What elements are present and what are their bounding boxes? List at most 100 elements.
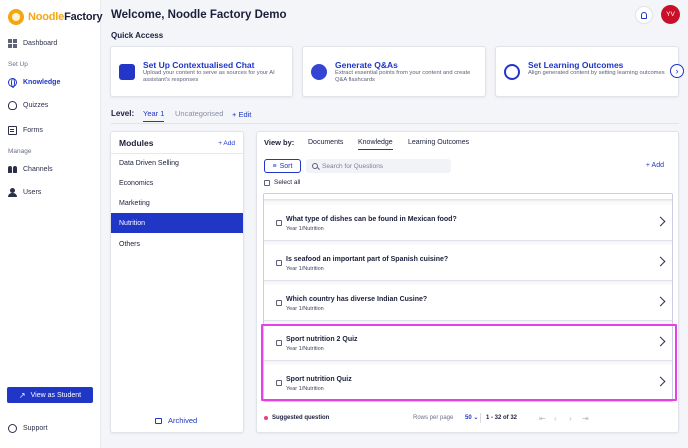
row-checkbox[interactable] [276,260,282,266]
question-text: What type of dishes can be found in Mexi… [286,216,457,223]
sidebar-item-label: Users [23,189,42,196]
view-as-student-button[interactable]: ↗ View as Student [7,387,93,403]
question-tag: Year 1/Nutrition [286,226,324,232]
next-page-icon[interactable]: › [569,414,572,423]
chevron-right-icon[interactable] [657,216,665,228]
chevron-right-icon[interactable]: › [670,64,684,78]
list-item[interactable]: Sport nutrition 2 Quiz Year 1/Nutrition [264,325,672,361]
card-title: Set Learning Outcomes [528,60,624,70]
archived-button[interactable]: Archived [155,416,197,425]
help-icon [8,424,17,433]
sidebar-item-label: Quizzes [23,102,49,109]
sidebar-item-label: Support [23,425,48,432]
brand-name-part2: Factory [64,11,103,23]
archive-icon [155,417,162,424]
add-module-button[interactable]: + Add [218,140,235,147]
section-setup-label: Set Up [8,61,28,68]
level-label: Level: [111,109,135,118]
question-text: Which country has diverse Indian Cusine? [286,296,428,303]
tab-knowledge[interactable]: Knowledge [358,139,393,150]
sidebar-item-dashboard[interactable]: Dashboard [8,39,57,48]
sidebar-item-label: Dashboard [23,40,58,47]
sidebar-item-channels[interactable]: Channels [8,165,53,174]
tab-documents[interactable]: Documents [308,139,343,146]
rows-per-page-select[interactable]: 50 ⌄ [465,414,478,421]
card-description: Upload your content to serve as sources … [143,70,275,83]
card-title: Set Up Contextualised Chat [143,60,255,70]
notifications-button[interactable] [635,6,653,24]
tab-learning-outcomes[interactable]: Learning Outcomes [408,139,469,146]
chevron-right-icon[interactable] [657,256,665,268]
sort-button[interactable]: ≡ Sort [264,159,301,173]
row-checkbox[interactable] [276,340,282,346]
questions-panel: View by: Documents Knowledge Learning Ou… [256,131,679,433]
question-tag: Year 1/Nutrition [286,266,324,272]
pagination-range: 1 - 32 of 32 [486,415,518,421]
card-description: Extract essential points from your conte… [335,70,471,83]
sidebar-item-support[interactable]: Support [8,424,48,433]
chevron-right-icon[interactable] [657,376,665,388]
quick-access-card-chat[interactable]: Set Up Contextualised Chat Upload your c… [110,46,293,97]
avatar[interactable]: YV [661,5,680,24]
first-page-icon[interactable]: ⇤ [539,414,546,423]
level-tab-year1[interactable]: Year 1 [143,109,165,122]
prev-page-icon[interactable]: ‹ [554,414,557,423]
question-tag: Year 1/Nutrition [286,306,324,312]
search-input[interactable] [322,162,447,170]
generate-qa-icon [311,64,327,80]
sidebar-item-quizzes[interactable]: Quizzes [8,101,48,110]
row-checkbox[interactable] [276,220,282,226]
chat-setup-icon [119,64,135,80]
search-icon [312,163,318,169]
edit-levels-link[interactable]: + Edit [232,110,251,119]
add-question-button[interactable]: + Add [646,162,664,169]
quick-access-title: Quick Access [111,31,164,40]
list-item[interactable]: What type of dishes can be found in Mexi… [264,205,672,241]
module-item[interactable]: Marketing [111,193,243,213]
select-all-label: Select all [274,179,301,186]
chevron-right-icon[interactable] [657,336,665,348]
row-checkbox[interactable] [276,380,282,386]
list-item-partial [264,194,672,200]
people-icon [8,165,17,174]
external-link-icon: ↗ [18,390,26,400]
last-page-icon[interactable]: ⇥ [582,414,589,423]
view-as-student-label: View as Student [30,391,82,399]
archived-label: Archived [168,416,198,425]
chevron-down-icon: ⌄ [473,415,479,421]
module-item[interactable]: Data Driven Selling [111,153,243,173]
card-title: Generate Q&As [335,60,398,70]
list-item[interactable]: Sport nutrition Quiz Year 1/Nutrition [264,365,672,401]
sort-icon: ≡ [272,162,277,170]
question-text: Is seafood an important part of Spanish … [286,256,449,263]
brand-name-part1: Noodle [28,11,65,23]
logo-icon [8,9,24,25]
sidebar-item-knowledge[interactable]: Knowledge [8,78,60,88]
logo[interactable]: NoodleFactory [8,9,103,25]
chevron-right-icon[interactable] [657,296,665,308]
select-all[interactable]: Select all [264,179,300,186]
modules-title: Modules [119,138,154,148]
row-checkbox[interactable] [276,300,282,306]
section-manage-label: Manage [8,148,32,155]
level-tab-uncategorised[interactable]: Uncategorised [175,109,223,118]
quick-access-card-qa[interactable]: Generate Q&As Extract essential points f… [302,46,486,97]
module-item[interactable]: Economics [111,173,243,193]
view-by-label: View by: [264,138,295,147]
question-tag: Year 1/Nutrition [286,386,324,392]
list-item[interactable]: Is seafood an important part of Spanish … [264,245,672,281]
question-list[interactable]: What type of dishes can be found in Mexi… [263,193,673,402]
form-icon [8,126,17,135]
sidebar-item-forms[interactable]: Forms [8,126,43,135]
module-item[interactable]: Others [111,234,243,254]
module-item-active[interactable]: Nutrition [111,213,243,233]
select-all-checkbox[interactable] [264,179,270,186]
page-title: Welcome, Noodle Factory Demo [111,9,287,21]
suggested-label: Suggested question [272,415,330,421]
question-tag: Year 1/Nutrition [286,346,324,352]
list-item[interactable]: Which country has diverse Indian Cusine?… [264,285,672,321]
sidebar-item-users[interactable]: Users [8,188,41,197]
bell-icon [641,11,647,19]
quick-access-card-outcomes[interactable]: Set Learning Outcomes Align generated co… [495,46,679,97]
target-icon [504,64,520,80]
